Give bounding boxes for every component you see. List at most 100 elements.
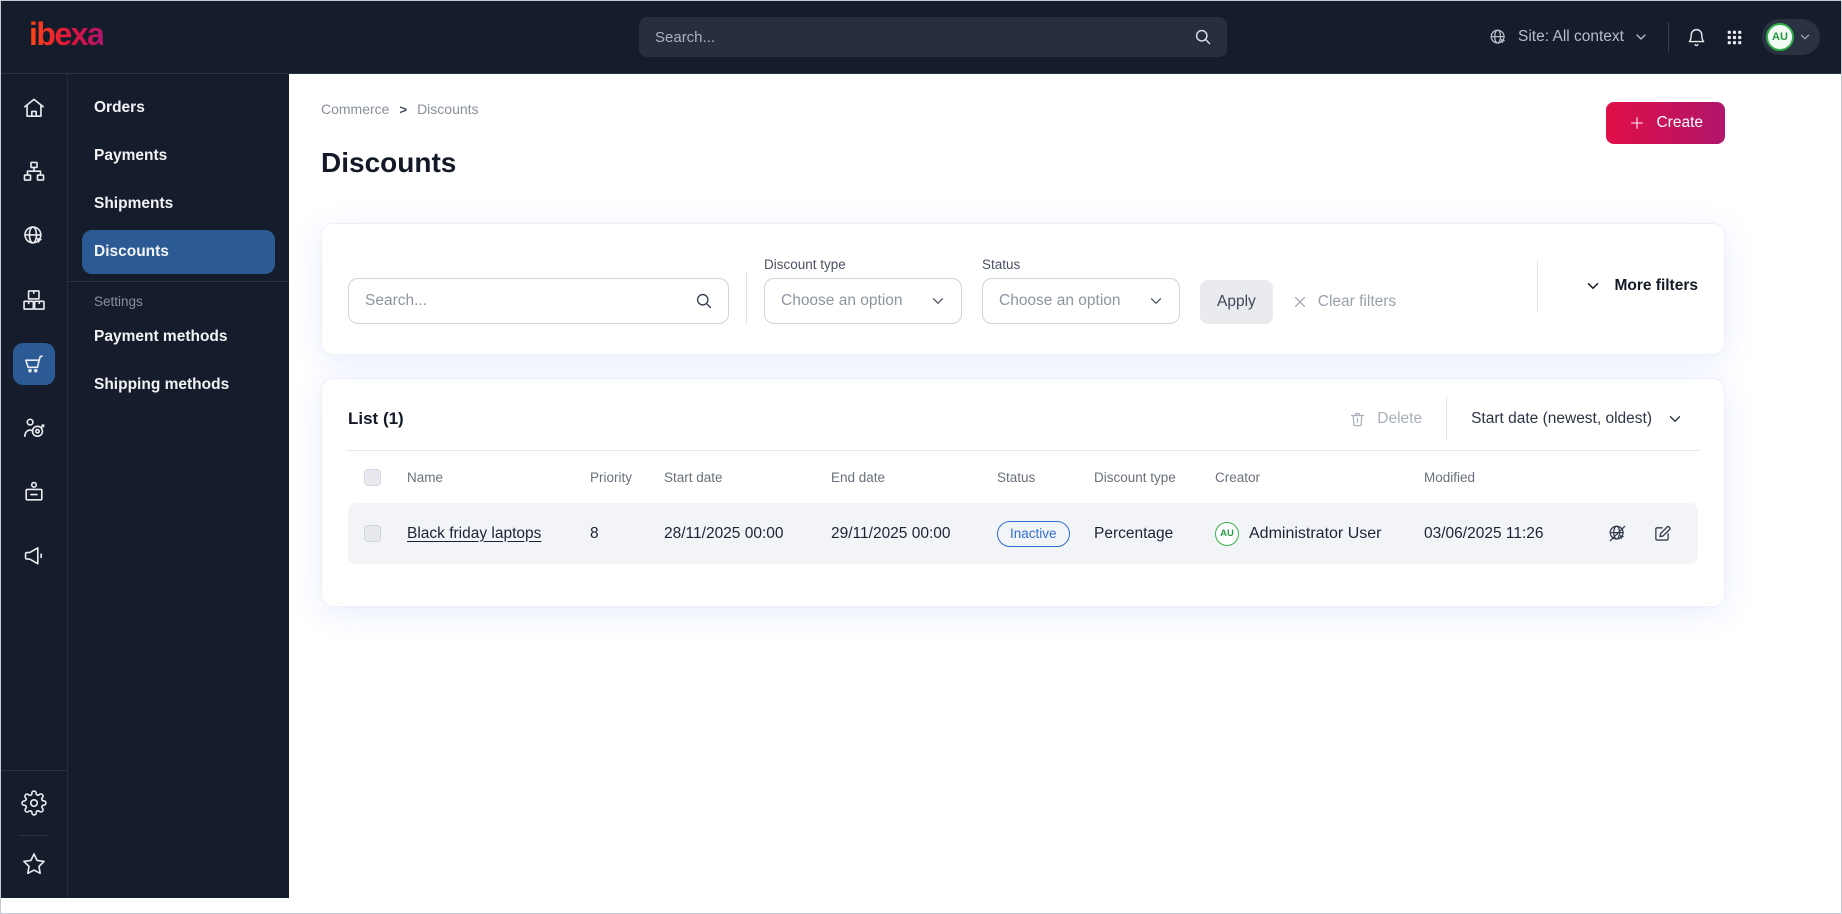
table-header: Name Priority Start date End date Status… <box>348 451 1698 503</box>
more-filters-label: More filters <box>1614 277 1698 294</box>
sort-label: Start date (newest, oldest) <box>1471 410 1652 427</box>
cell-modified: 03/06/2025 11:26 <box>1424 524 1544 542</box>
list-header: List (1) Delete Start date (newest, olde… <box>348 397 1698 441</box>
discount-type-value: Choose an option <box>781 292 903 309</box>
breadcrumb-discounts[interactable]: Discounts <box>417 101 478 117</box>
discount-type-label: Discount type <box>764 257 846 272</box>
user-menu[interactable]: AU <box>1762 19 1820 55</box>
filter-bar: Discount type Choose an option Status Ch… <box>321 223 1725 355</box>
apply-button[interactable]: Apply <box>1200 280 1273 324</box>
icon-rail <box>1 74 68 898</box>
row-checkbox[interactable] <box>364 525 381 542</box>
page-title: Discounts <box>321 147 457 178</box>
delete-button[interactable]: Delete <box>1348 410 1422 429</box>
rail-item-members[interactable] <box>1 460 67 524</box>
breadcrumb: Commerce > Discounts <box>321 101 1725 117</box>
site-context-label: Site: All context <box>1518 28 1624 45</box>
notifications-bell-icon[interactable] <box>1686 27 1707 48</box>
gear-icon <box>13 782 55 824</box>
menu-item-discounts[interactable]: Discounts <box>82 230 275 274</box>
menu-item-shipping-methods[interactable]: Shipping methods <box>82 363 275 407</box>
select-all-checkbox[interactable] <box>364 468 381 486</box>
cell-creator: AU Administrator User <box>1215 521 1424 546</box>
column-discount-type: Discount type <box>1094 469 1176 485</box>
star-icon <box>13 843 55 885</box>
discount-name-link[interactable]: Black friday laptops <box>407 525 541 542</box>
app-grid-icon[interactable] <box>1725 28 1744 47</box>
commerce-menu: Orders Payments Shipments Discounts Sett… <box>68 74 289 898</box>
discounts-list: List (1) Delete Start date (newest, olde… <box>321 378 1725 607</box>
globe-cursor-icon <box>13 215 55 257</box>
rail-item-site[interactable] <box>1 204 67 268</box>
topbar: ibexa Site: All context <box>1 1 1841 74</box>
rail-item-content[interactable] <box>1 140 67 204</box>
global-search-input[interactable] <box>655 28 1193 46</box>
breadcrumb-commerce[interactable]: Commerce <box>321 101 389 117</box>
plus-icon <box>1628 114 1646 132</box>
column-status: Status <box>997 469 1036 485</box>
content-tree-icon <box>13 151 55 193</box>
cell-discount-type: Percentage <box>1094 524 1174 542</box>
delete-label: Delete <box>1377 410 1423 427</box>
clear-filters-label: Clear filters <box>1317 293 1397 310</box>
rail-item-marketing[interactable] <box>1 524 67 588</box>
menu-item-payments[interactable]: Payments <box>82 134 275 178</box>
status-badge: Inactive <box>997 520 1070 547</box>
rail-item-commerce[interactable] <box>1 332 67 396</box>
cell-priority: 8 <box>590 524 599 542</box>
filter-divider <box>746 272 747 324</box>
user-avatar: AU <box>1766 23 1794 51</box>
list-actions: Delete Start date (newest, oldest) <box>1348 397 1698 441</box>
megaphone-icon <box>13 535 55 577</box>
status-select[interactable]: Choose an option <box>982 278 1180 324</box>
discount-type-select[interactable]: Choose an option <box>764 278 962 324</box>
edit-icon[interactable] <box>1652 523 1673 544</box>
chevron-down-icon <box>1147 292 1165 310</box>
chevron-down-icon <box>1584 277 1602 295</box>
status-field: Status Choose an option <box>982 257 1180 324</box>
clear-filters-button[interactable]: Clear filters <box>1291 280 1396 324</box>
cart-icon <box>13 343 55 385</box>
rail-item-dashboard[interactable] <box>1 76 67 140</box>
search-icon[interactable] <box>1193 27 1213 47</box>
column-end-date: End date <box>831 469 886 485</box>
globe-cursor-icon <box>1488 27 1509 48</box>
creator-name: Administrator User <box>1249 524 1382 542</box>
list-actions-divider <box>1446 397 1448 441</box>
trash-icon <box>1348 410 1367 429</box>
column-name: Name <box>407 469 444 485</box>
breadcrumb-separator: > <box>399 101 408 117</box>
ibexa-logo[interactable]: ibexa <box>29 18 105 56</box>
filter-search-input[interactable] <box>365 292 694 310</box>
menu-item-payment-methods[interactable]: Payment methods <box>82 315 275 359</box>
create-button-label: Create <box>1656 114 1703 131</box>
rail-item-admin-settings[interactable] <box>1 771 67 835</box>
column-modified: Modified <box>1424 469 1476 485</box>
cell-start-date: 28/11/2025 00:00 <box>664 524 784 542</box>
topbar-divider <box>1668 22 1669 52</box>
menu-item-shipments[interactable]: Shipments <box>82 182 275 226</box>
status-value: Choose an option <box>999 292 1121 309</box>
status-label: Status <box>982 257 1021 272</box>
chevron-down-icon <box>1798 30 1812 44</box>
list-title: List (1) <box>348 409 404 428</box>
sort-dropdown[interactable]: Start date (newest, oldest) <box>1471 410 1698 428</box>
filter-search[interactable] <box>348 278 729 324</box>
main-content: Commerce > Discounts Create Discounts Se… <box>289 74 1841 898</box>
search-icon[interactable] <box>694 291 714 311</box>
topbar-right: Site: All context AU <box>1488 19 1820 55</box>
preview-disabled-icon[interactable] <box>1607 523 1628 544</box>
column-priority: Priority <box>590 469 633 485</box>
create-button[interactable]: Create <box>1606 102 1725 144</box>
menu-item-orders[interactable]: Orders <box>82 86 275 130</box>
rail-item-bookmarks[interactable] <box>1 836 67 892</box>
menu-divider <box>68 281 289 282</box>
column-creator: Creator <box>1215 469 1261 485</box>
cell-end-date: 29/11/2025 00:00 <box>831 524 951 542</box>
more-filters-button[interactable]: More filters <box>1537 260 1698 312</box>
rail-item-product-catalog[interactable] <box>1 268 67 332</box>
global-search[interactable] <box>639 17 1227 57</box>
rail-item-customers[interactable] <box>1 396 67 460</box>
row-actions <box>1607 523 1698 544</box>
site-context-switcher[interactable]: Site: All context <box>1488 27 1649 48</box>
